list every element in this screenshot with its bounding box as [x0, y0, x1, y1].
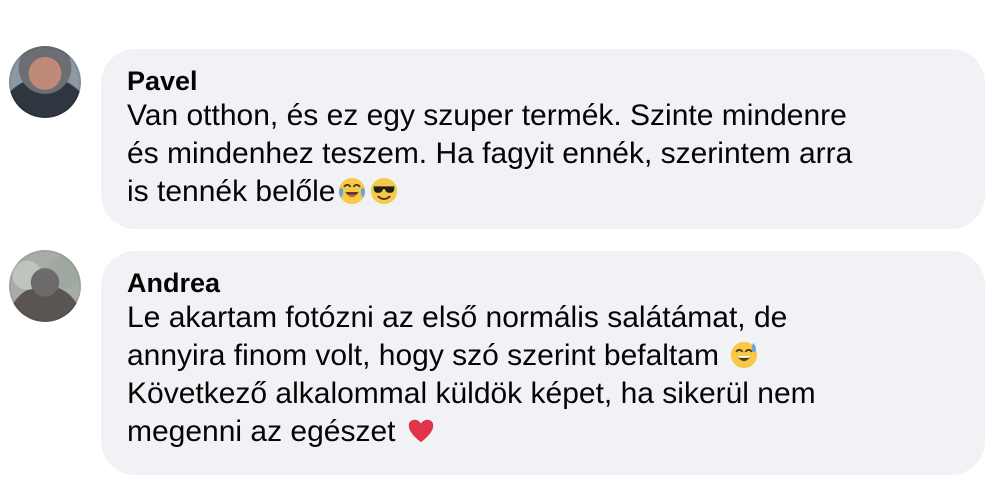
comment-text-line: és mindenhez teszem. Ha fagyit ennék, sz… [127, 137, 853, 170]
comment-text: Van otthon, és ez egy szuper termék. Szi… [127, 97, 957, 211]
tears-of-joy-emoji [339, 177, 366, 205]
comment-text-line: Le akartam fotózni az első normális salá… [127, 301, 788, 334]
comment-text-fragment: annyira finom volt, hogy szó szerint bef… [127, 339, 719, 372]
comment-text-line: megenni az egészet [127, 413, 957, 451]
sunglasses-emoji [371, 177, 398, 205]
comment-text-fragment: is tennék belőle [127, 175, 336, 208]
comment-bubble: Andrea Le akartam fotózni az első normál… [101, 251, 985, 475]
avatar[interactable] [9, 46, 81, 118]
comment-bubble: Pavel Van otthon, és ez egy szuper termé… [101, 49, 985, 229]
comment-text-line: annyira finom volt, hogy szó szerint bef… [127, 337, 957, 375]
comment-author[interactable]: Andrea [127, 268, 957, 298]
comment-text-line: is tennék belőle [127, 173, 957, 211]
sweat-smile-emoji [731, 341, 758, 369]
comment-text: Le akartam fotózni az első normális salá… [127, 299, 957, 451]
red-heart-emoji [408, 419, 434, 443]
comment-text-fragment: megenni az egészet [127, 415, 396, 448]
comment-text-line: Következő alkalommal küldök képet, ha si… [127, 377, 816, 410]
avatar[interactable] [9, 250, 81, 322]
comment-author[interactable]: Pavel [127, 66, 957, 96]
comment-text-line: Van otthon, és ez egy szuper termék. Szi… [127, 99, 847, 132]
